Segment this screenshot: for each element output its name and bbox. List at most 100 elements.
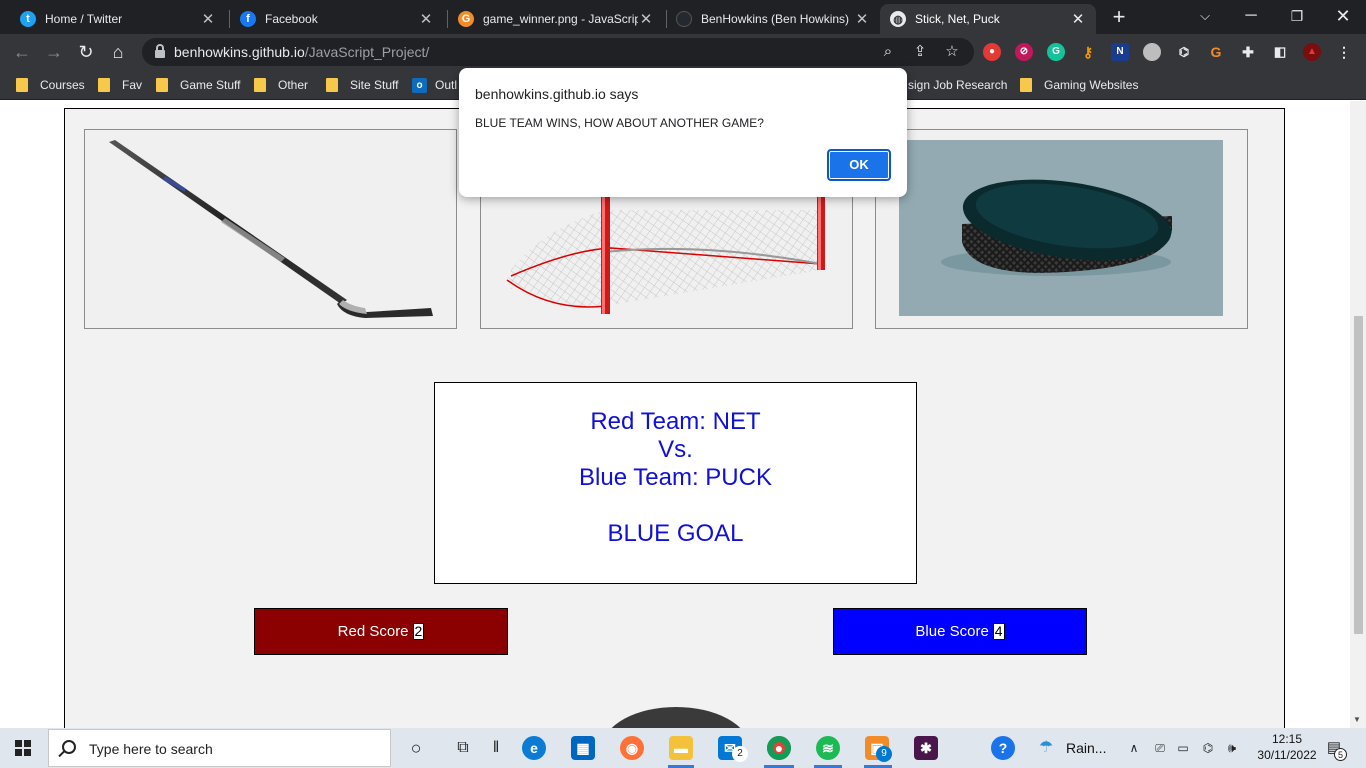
globe-icon: ◍ [890, 11, 906, 27]
tab-github[interactable]: BenHowkins (Ben Howkins) ✕ [666, 4, 880, 34]
folder-icon [16, 78, 28, 92]
round-result-panel: Red Team: NET Vs. Blue Team: PUCK BLUE G… [434, 382, 917, 584]
clock-date: 30/11/2022 [1257, 748, 1317, 762]
bookmark-job-research[interactable]: sign Job Research [908, 76, 1007, 94]
profile-avatar-icon[interactable]: ▲ [1303, 43, 1321, 61]
circle-extension-icon[interactable] [1143, 43, 1161, 61]
clock-time: 12:15 [1271, 732, 1303, 746]
system-clock[interactable]: 12:15 30/11/2022 [1252, 731, 1322, 763]
n-extension-icon[interactable]: N [1111, 43, 1129, 61]
cast-extension-icon[interactable]: ⌬ [1175, 43, 1193, 61]
tab-game-winner[interactable]: G game_winner.png - JavaScrip ✕ [448, 4, 664, 34]
red-team-choice: Red Team: NET [590, 408, 761, 435]
grammarly-extension-icon[interactable]: G [1047, 43, 1065, 61]
restore-button[interactable]: ❐ [1274, 0, 1320, 34]
blue-score-value: 4 [992, 623, 1005, 640]
folder-icon [254, 78, 266, 92]
taskbar-search-box[interactable]: Type here to search [48, 729, 391, 767]
zoom-icon[interactable]: ⌕ [878, 42, 898, 62]
reload-button[interactable]: ↻ [74, 40, 98, 64]
show-hidden-icons-chevron-icon[interactable]: ∧ [1122, 736, 1146, 760]
tab-title: game_winner.png - JavaScrip [483, 12, 638, 26]
taskbar-divider-icon: ‖ [492, 739, 500, 756]
share-icon[interactable]: ⇪ [910, 42, 930, 62]
windows-start-icon[interactable] [15, 740, 31, 756]
facebook-icon: f [240, 11, 256, 27]
gitpod-extension-icon[interactable]: G [1207, 43, 1225, 61]
home-button[interactable]: ⌂ [106, 40, 130, 64]
folder-icon [326, 78, 338, 92]
forward-button[interactable]: → [42, 40, 66, 64]
file-explorer-icon[interactable]: ▬ [669, 736, 693, 760]
key-extension-icon[interactable]: ⚷ [1079, 43, 1097, 61]
puck-choice-card[interactable] [875, 129, 1248, 329]
spotify-icon[interactable]: ≋ [816, 736, 840, 760]
reset-button-partial[interactable] [603, 707, 749, 728]
back-button[interactable]: ← [10, 40, 34, 64]
weather-label[interactable]: Rain... [1066, 740, 1106, 756]
minimize-button[interactable]: ─ [1228, 0, 1274, 34]
search-icon [62, 740, 76, 754]
close-icon[interactable]: ✕ [638, 10, 654, 28]
blue-team-choice: Blue Team: PUCK [579, 464, 772, 491]
slack-icon[interactable]: ✱ [914, 736, 938, 760]
bookmark-folder-site-stuff[interactable]: Site Stuff [326, 76, 398, 94]
volume-icon[interactable]: 🕪 [1220, 736, 1244, 760]
tab-stick-net-puck[interactable]: ◍ Stick, Net, Puck ✕ [880, 4, 1096, 34]
address-bar[interactable]: benhowkins.github.io/JavaScript_Project/… [142, 38, 974, 66]
bookmark-folder-courses[interactable]: Courses [16, 76, 85, 94]
stick-choice-card[interactable] [84, 129, 457, 329]
lock-icon[interactable] [155, 44, 165, 58]
bookmark-folder-gaming-websites[interactable]: Gaming Websites [1020, 76, 1138, 94]
cortana-icon[interactable]: ○ [404, 736, 428, 760]
tab-facebook[interactable]: f Facebook ✕ [230, 4, 444, 34]
help-icon[interactable]: ? [991, 736, 1015, 760]
red-score-box: Red Score 2 [254, 608, 508, 655]
ok-button[interactable]: OK [827, 149, 891, 181]
tab-title: BenHowkins (Ben Howkins) [701, 12, 850, 26]
bookmark-folder-game-stuff[interactable]: Game Stuff [156, 76, 240, 94]
github-icon [676, 11, 692, 27]
menu-icon[interactable]: ⋮ [1335, 43, 1353, 61]
scrollbar-thumb[interactable] [1354, 316, 1363, 634]
bookmark-folder-other[interactable]: Other [254, 76, 308, 94]
notification-badge: 5 [1334, 748, 1347, 761]
store-icon[interactable]: ▦ [571, 736, 595, 760]
tab-twitter[interactable]: t Home / Twitter ✕ [10, 4, 226, 34]
page-scrollbar[interactable]: ▼ [1350, 101, 1366, 728]
red-score-value: 2 [412, 623, 425, 640]
search-placeholder: Type here to search [89, 741, 213, 757]
weather-rain-icon: ☂ [1038, 739, 1054, 756]
close-icon[interactable]: ✕ [854, 10, 870, 28]
tab-search-icon[interactable]: ⌵ [1182, 0, 1228, 34]
folder-icon [156, 78, 168, 92]
extensions-puzzle-icon[interactable]: ✚ [1239, 43, 1257, 61]
tab-title: Facebook [265, 12, 318, 26]
meet-icon[interactable]: ⎚ [1148, 736, 1172, 760]
bookmark-star-icon[interactable]: ☆ [942, 42, 962, 62]
bookmark-outlook[interactable]: o Outl [412, 76, 457, 94]
close-icon[interactable]: ✕ [418, 10, 434, 28]
chrome-icon[interactable]: ● [767, 736, 791, 760]
firefox-icon[interactable]: ◉ [620, 736, 644, 760]
close-icon[interactable]: ✕ [1070, 10, 1086, 28]
adblock-extension-icon[interactable]: ● [983, 43, 1001, 61]
mail-badge: 2 [732, 746, 748, 762]
network-icon[interactable]: ⌬ [1196, 736, 1220, 760]
bookmark-folder-fav[interactable]: Fav [98, 76, 142, 94]
close-icon[interactable]: ✕ [200, 10, 216, 28]
tab-strip: t Home / Twitter ✕ f Facebook ✕ G game_w… [0, 0, 1366, 34]
versus-label: Vs. [658, 436, 693, 463]
folder-icon [98, 78, 110, 92]
battery-icon[interactable]: ▭ [1171, 736, 1195, 760]
block-extension-icon[interactable]: ⊘ [1015, 43, 1033, 61]
new-tab-button[interactable]: + [1106, 5, 1132, 31]
edge-icon[interactable]: e [522, 736, 546, 760]
close-window-button[interactable]: ✕ [1320, 0, 1366, 34]
windows-taskbar: Type here to search ○ ⧉ ‖ e ▦ ◉ ▬ ✉ 2 ● … [0, 728, 1366, 768]
side-panel-icon[interactable]: ◧ [1271, 43, 1289, 61]
tab-title: Home / Twitter [45, 12, 123, 26]
task-view-icon[interactable]: ⧉ [451, 736, 475, 760]
scroll-down-arrow[interactable]: ▼ [1353, 715, 1361, 724]
hockey-stick-image [109, 140, 433, 318]
